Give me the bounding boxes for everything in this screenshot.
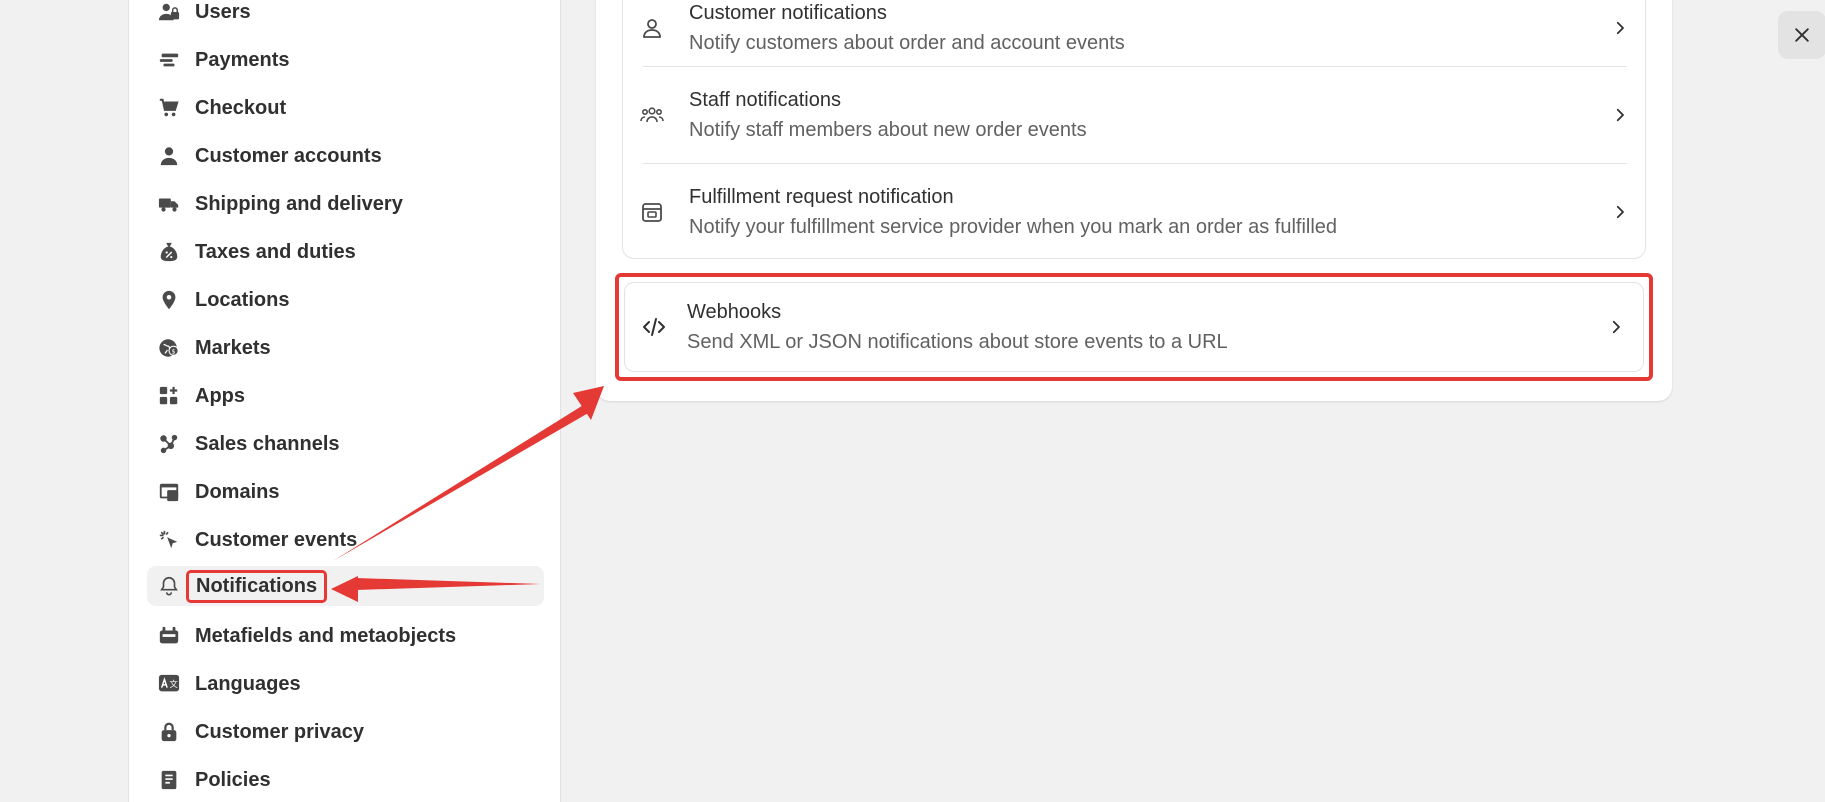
person-icon bbox=[157, 144, 181, 168]
sidebar-item-payments[interactable]: Payments bbox=[147, 40, 544, 80]
sidebar-item-checkout[interactable]: Checkout bbox=[147, 88, 544, 128]
sidebar-item-label: Customer events bbox=[195, 528, 358, 551]
webhooks-content: Webhooks Send XML or JSON notifications … bbox=[625, 283, 1643, 371]
globe-icon: $ bbox=[157, 336, 181, 360]
webhooks-row[interactable]: Webhooks Send XML or JSON notifications … bbox=[615, 273, 1653, 381]
chevron-right-icon bbox=[1609, 201, 1631, 223]
translate-icon: 文 bbox=[157, 672, 181, 696]
sidebar-item-policies[interactable]: Policies bbox=[147, 760, 544, 800]
payments-icon bbox=[157, 48, 181, 72]
row-description: Notify customers about order and account… bbox=[689, 32, 1125, 54]
close-icon bbox=[1792, 25, 1812, 45]
sidebar-item-domains[interactable]: Domains bbox=[147, 472, 544, 512]
row-title: Customer notifications bbox=[689, 2, 887, 24]
sidebar-item-apps[interactable]: Apps bbox=[147, 376, 544, 416]
chevron-right-icon bbox=[1605, 316, 1627, 338]
domains-icon bbox=[157, 480, 181, 504]
sidebar-item-label: Customer accounts bbox=[195, 144, 382, 167]
lock-icon bbox=[157, 720, 181, 744]
row-description: Notify your fulfillment service provider… bbox=[689, 216, 1338, 238]
code-icon bbox=[641, 314, 667, 340]
cart-icon bbox=[157, 96, 181, 120]
sidebar-item-customer-accounts[interactable]: Customer accounts bbox=[147, 136, 544, 176]
webhooks-row-inner: Webhooks Send XML or JSON notifications … bbox=[624, 282, 1644, 372]
sidebar-item-label: Taxes and duties bbox=[195, 240, 356, 263]
sidebar-item-customer-privacy[interactable]: Customer privacy bbox=[147, 712, 544, 752]
notification-list: Customer notifications Notify customers … bbox=[622, 0, 1646, 259]
row-title: Fulfillment request notification bbox=[689, 186, 954, 208]
apps-icon bbox=[157, 384, 181, 408]
chevron-right-icon bbox=[1609, 17, 1631, 39]
cursor-click-icon bbox=[157, 528, 181, 552]
sidebar-item-label: Payments bbox=[195, 48, 290, 71]
sidebar-item-label: Customer privacy bbox=[195, 720, 364, 743]
sidebar-item-label: Checkout bbox=[195, 96, 287, 119]
close-button[interactable] bbox=[1778, 11, 1825, 59]
row-title: Webhooks bbox=[687, 301, 782, 323]
customer-notifications-row[interactable]: Customer notifications Notify customers … bbox=[623, 0, 1645, 76]
sidebar-item-label: Notifications bbox=[186, 569, 328, 603]
sidebar-item-label: Shipping and delivery bbox=[195, 192, 403, 215]
sidebar-item-label: Locations bbox=[195, 288, 290, 311]
sidebar-item-users[interactable]: Users bbox=[147, 0, 544, 32]
users-icon bbox=[157, 0, 181, 24]
sidebar-item-label: Policies bbox=[195, 768, 271, 791]
svg-text:$: $ bbox=[172, 348, 176, 356]
sidebar-item-label: Apps bbox=[195, 384, 245, 407]
tax-icon bbox=[157, 240, 181, 264]
sidebar-item-metafields[interactable]: Metafields and metaobjects bbox=[147, 616, 544, 656]
sidebar-item-label: Domains bbox=[195, 480, 280, 503]
row-title: Staff notifications bbox=[689, 89, 841, 111]
svg-text:文: 文 bbox=[169, 679, 177, 689]
store-box-icon bbox=[639, 199, 665, 225]
row-description: Notify staff members about new order eve… bbox=[689, 119, 1087, 141]
bell-icon bbox=[157, 574, 181, 598]
fulfillment-request-row[interactable]: Fulfillment request notification Notify … bbox=[623, 164, 1645, 260]
sidebar-item-label: Languages bbox=[195, 672, 301, 695]
location-pin-icon bbox=[157, 288, 181, 312]
sidebar-item-customer-events[interactable]: Customer events bbox=[147, 520, 544, 560]
settings-sidebar: Users Payments Checkout Customer account… bbox=[128, 0, 561, 802]
team-icon bbox=[639, 102, 665, 128]
sidebar-item-label: Users bbox=[195, 0, 251, 23]
sidebar-item-label: Sales channels bbox=[195, 432, 340, 455]
sidebar-item-notifications[interactable]: Notifications bbox=[147, 566, 544, 606]
sidebar-item-sales-channels[interactable]: Sales channels bbox=[147, 424, 544, 464]
sales-channels-icon bbox=[157, 432, 181, 456]
sidebar-item-shipping[interactable]: Shipping and delivery bbox=[147, 184, 544, 224]
sidebar-item-taxes[interactable]: Taxes and duties bbox=[147, 232, 544, 272]
sidebar-item-languages[interactable]: 文 Languages bbox=[147, 664, 544, 704]
metafields-icon bbox=[157, 624, 181, 648]
staff-notifications-row[interactable]: Staff notifications Notify staff members… bbox=[623, 67, 1645, 163]
sidebar-item-label: Markets bbox=[195, 336, 271, 359]
policies-icon bbox=[157, 768, 181, 792]
settings-page: Users Payments Checkout Customer account… bbox=[0, 0, 1825, 802]
sidebar-item-label: Metafields and metaobjects bbox=[195, 624, 457, 647]
sidebar-item-markets[interactable]: $ Markets bbox=[147, 328, 544, 368]
chevron-right-icon bbox=[1609, 104, 1631, 126]
truck-icon bbox=[157, 192, 181, 216]
sidebar-item-locations[interactable]: Locations bbox=[147, 280, 544, 320]
person-outline-icon bbox=[639, 15, 665, 41]
notifications-card: Customer notifications Notify customers … bbox=[596, 0, 1672, 401]
row-description: Send XML or JSON notifications about sto… bbox=[687, 331, 1228, 353]
